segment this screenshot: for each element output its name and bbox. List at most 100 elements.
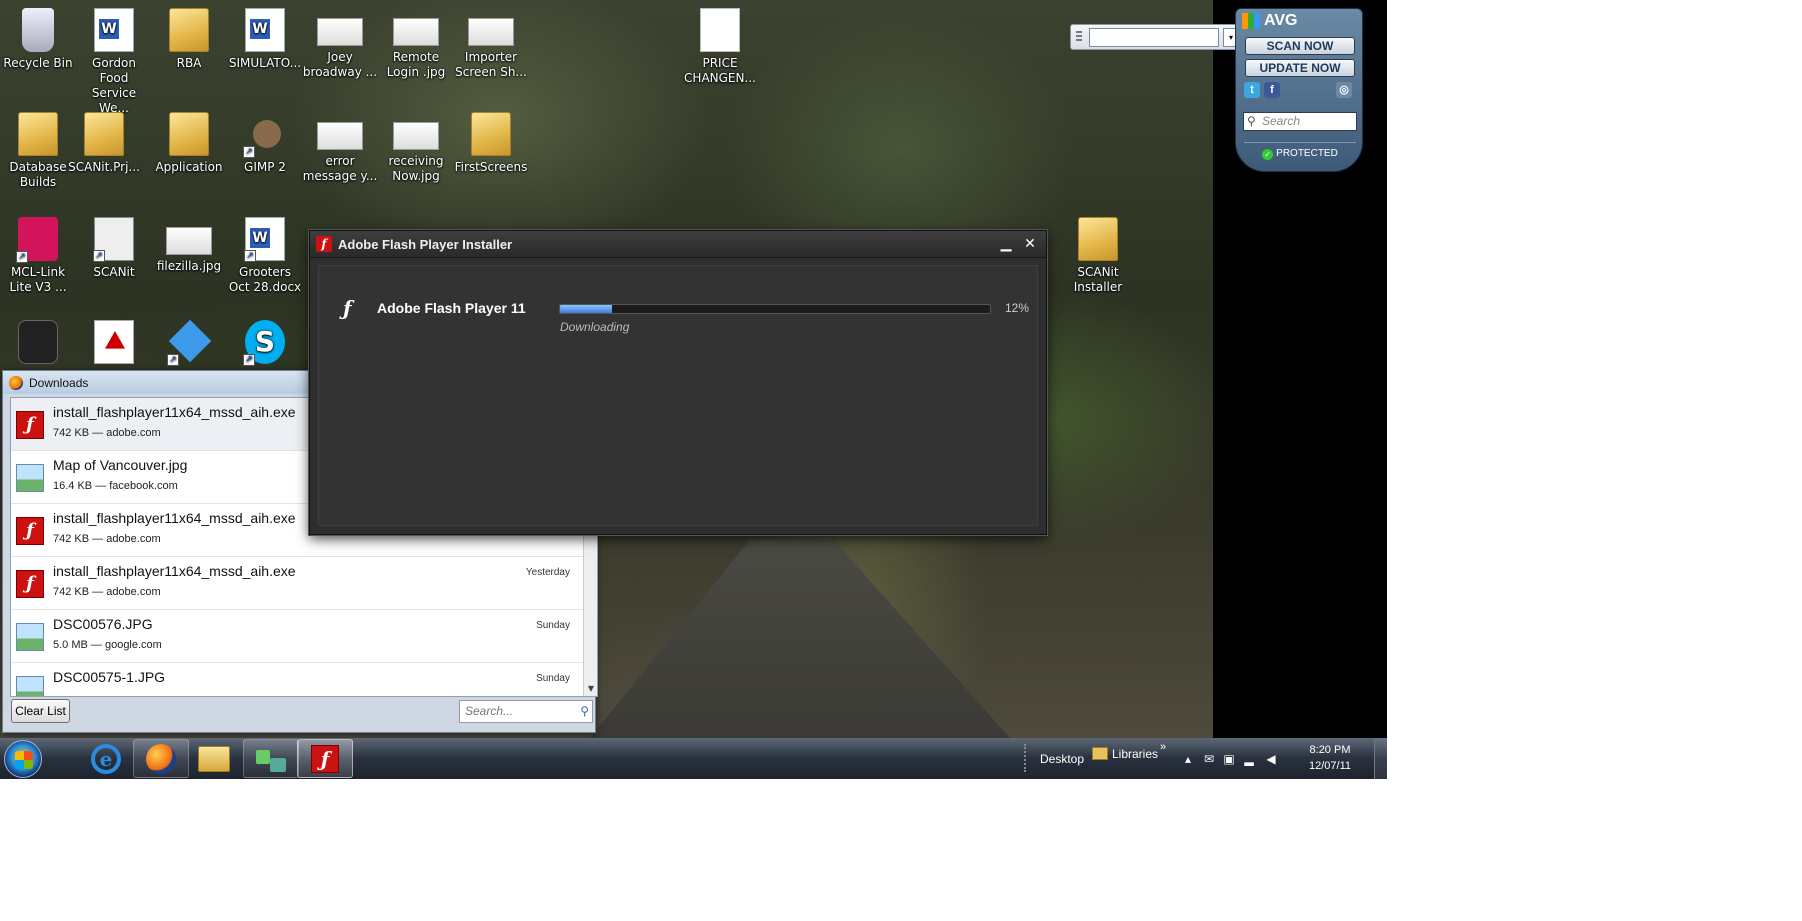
taskbar-button-flash[interactable]: ƒ <box>297 739 353 778</box>
desktop-icon-scanit[interactable]: ↗ SCANit <box>76 217 152 280</box>
desktop-icon-application[interactable]: Application <box>151 112 227 175</box>
close-icon[interactable]: ✕ <box>1022 236 1038 252</box>
avg-search-input[interactable]: ⚲ Search <box>1243 112 1357 131</box>
flash-file-icon: ƒ <box>16 517 44 545</box>
download-filename: install_flashplayer11x64_mssd_aih.exe <box>53 404 296 420</box>
shortcut-arrow-icon: ↗ <box>93 250 105 262</box>
desktop-icon-filezilla[interactable]: filezilla.jpg <box>151 217 227 274</box>
image-file-icon <box>393 18 439 46</box>
desktop-icon-pdf[interactable] <box>76 320 152 368</box>
downloads-search-input[interactable]: Search... ⚲ <box>459 700 593 723</box>
shortcut-arrow-icon: ↗ <box>243 146 255 158</box>
start-button[interactable] <box>4 740 42 778</box>
grip-handle[interactable] <box>1076 31 1082 43</box>
folder-icon <box>1078 217 1118 261</box>
show-desktop-button[interactable] <box>1374 738 1387 779</box>
desktop-icon-remote[interactable]: Remote Login .jpg <box>378 8 454 80</box>
desktop-icon-rba[interactable]: RBA <box>151 8 227 71</box>
search-icon[interactable]: ⚲ <box>580 701 589 722</box>
update-now-button[interactable]: UPDATE NOW <box>1245 59 1355 77</box>
toolbar-input[interactable] <box>1089 28 1219 47</box>
shortcut-arrow-icon: ↗ <box>167 354 179 366</box>
downloads-title: Downloads <box>29 375 89 390</box>
desktop-icon-label: Remote Login .jpg <box>386 50 446 79</box>
desktop-icon-receiving[interactable]: receiving Now.jpg <box>378 112 454 184</box>
volume-icon[interactable]: ◀ <box>1264 752 1278 766</box>
image-file-icon <box>166 227 212 255</box>
clock-date: 12/07/11 <box>1308 760 1351 772</box>
desktop-icon-scanitinst[interactable]: SCANit Installer <box>1060 217 1136 295</box>
taskbar-button-explorer[interactable] <box>186 739 242 778</box>
taskbar-button-ie[interactable]: e <box>78 739 134 778</box>
desktop-icon-scanitprj[interactable]: SCANit.Prj... <box>66 112 142 175</box>
internet-explorer-icon: e <box>91 743 121 774</box>
desktop-toolbar-label[interactable]: Desktop <box>1040 752 1084 766</box>
desktop-icon-recycle[interactable]: Recycle Bin <box>0 8 76 71</box>
desktop-icon-joey[interactable]: Joey broadway ... <box>302 8 378 80</box>
desktop-icon-label: receiving Now.jpg <box>388 154 444 183</box>
taskbar-button-firefox[interactable] <box>133 739 189 778</box>
desktop-icon-label: GIMP 2 <box>244 160 286 174</box>
desktop-icon-skype[interactable]: S ↗ <box>227 320 303 368</box>
scanit-icon: ↗ <box>93 217 134 262</box>
desktop-icon-gimp[interactable]: ↗ GIMP 2 <box>227 112 303 175</box>
clock-time: 8:20 PM <box>1309 744 1351 756</box>
folder-icon <box>18 112 58 156</box>
flash-installer-titlebar[interactable]: f Adobe Flash Player Installer <box>310 231 1046 258</box>
taskbar: e ƒ Desktop Libraries » ▴ ✉ ▣ ▂ ◀ 8:20 PM 12/… <box>0 738 1387 779</box>
show-hidden-icons-icon[interactable]: ▴ <box>1181 752 1195 766</box>
flash-f-icon: ƒ <box>343 296 352 320</box>
minimize-icon[interactable]: ▁ <box>998 236 1014 252</box>
clear-list-button[interactable]: Clear List <box>11 699 70 723</box>
windows-explorer-icon <box>198 745 230 772</box>
signal-icon[interactable]: ▂ <box>1242 752 1256 766</box>
avg-gadget: AVG SCAN NOW UPDATE NOW t f ◎ ⚲ Search ✓ PRO… <box>1235 8 1363 172</box>
clock[interactable]: 8:20 PM 12/07/11 <box>1300 742 1360 774</box>
toolbar-grip[interactable] <box>1024 744 1030 772</box>
desktop-icon-dropbox[interactable]: ↗ <box>151 320 227 368</box>
downloads-search-placeholder: Search... <box>465 704 514 718</box>
desktop-screen: Recycle Bin Gordon Food Service We... RBA S… <box>0 0 1387 779</box>
desktop-icon-importer[interactable]: Importer Screen Sh... <box>453 8 529 80</box>
twitter-icon[interactable]: t <box>1244 82 1260 98</box>
download-meta: 5.0 MB — google.com <box>53 639 162 651</box>
image-file-icon <box>393 122 439 150</box>
download-item[interactable]: DSC00576.JPG 5.0 MB — google.com Sunday <box>11 610 597 663</box>
scroll-down-icon[interactable]: ▼ <box>584 682 597 696</box>
desktop-icon-grooters[interactable]: ↗ Grooters Oct 28.docx <box>227 217 303 295</box>
folder-icon <box>169 112 209 156</box>
avg-status-label: PROTECTED <box>1276 148 1338 159</box>
download-meta: 742 KB — adobe.com <box>53 533 161 545</box>
taskbar-button-network[interactable] <box>243 739 299 778</box>
gimp-icon: ↗ <box>243 112 285 158</box>
blackberry-icon <box>18 320 58 364</box>
desktop-icon-dbbuilds[interactable]: Database Builds <box>0 112 76 190</box>
blank-document-icon <box>700 8 740 52</box>
scan-now-button[interactable]: SCAN NOW <box>1245 37 1355 55</box>
desktop-icon-gfs[interactable]: Gordon Food Service We... <box>76 8 152 116</box>
desktop-icon-errmsg[interactable]: error message y... <box>302 112 378 184</box>
download-item[interactable]: DSC00575-1.JPG Sunday <box>11 663 597 696</box>
desktop-icon-mcl[interactable]: ↗ MCL-Link Lite V3 ... <box>0 217 76 295</box>
desktop-icon-sim[interactable]: SIMULATO... <box>227 8 303 71</box>
flash-logo-icon: f <box>316 236 332 252</box>
download-item[interactable]: ƒ install_flashplayer11x64_mssd_aih.exe 74… <box>11 557 597 610</box>
network-app-icon <box>256 746 286 772</box>
libraries-toolbar-label[interactable]: Libraries <box>1112 747 1158 761</box>
desktop-icon-label: Gordon Food Service We... <box>91 56 137 115</box>
desktop-icon-label: PRICE CHANGEN... <box>684 56 756 85</box>
progress-percent: 12% <box>1005 301 1030 315</box>
toolbar-chevron-icon[interactable]: » <box>1160 741 1166 753</box>
device-icon[interactable]: ▣ <box>1222 752 1236 766</box>
facebook-icon[interactable]: f <box>1264 82 1280 98</box>
word-document-icon <box>94 8 134 52</box>
desktop-icon-bb[interactable] <box>0 320 76 368</box>
desktop-icon-price[interactable]: PRICE CHANGEN... <box>682 8 758 86</box>
desktop-icon-firstscreens[interactable]: FirstScreens <box>453 112 529 175</box>
desktop-icon-label: error message y... <box>302 154 378 183</box>
notification-area: Desktop Libraries » ▴ ✉ ▣ ▂ ◀ 8:20 PM 12/07/… <box>1024 738 1387 779</box>
mail-icon[interactable]: ✉ <box>1202 752 1216 766</box>
image-file-icon <box>16 464 44 492</box>
download-filename: install_flashplayer11x64_mssd_aih.exe <box>53 563 296 579</box>
camera-icon[interactable]: ◎ <box>1336 82 1352 98</box>
